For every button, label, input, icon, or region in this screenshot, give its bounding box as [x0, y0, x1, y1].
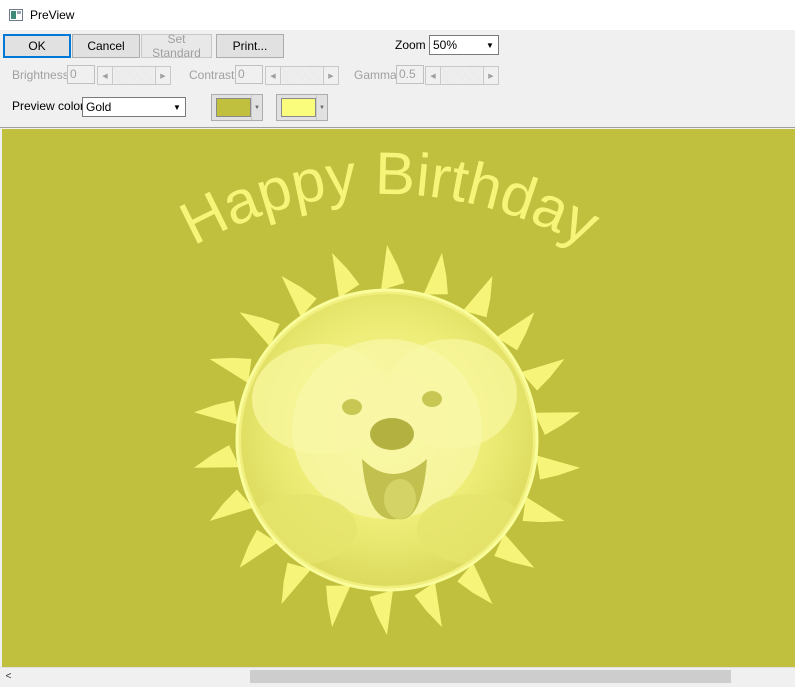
ok-button[interactable]: OK	[3, 34, 71, 58]
zoom-value: 50%	[433, 38, 458, 52]
contrast-slider[interactable]: ◀ ▶	[265, 66, 339, 85]
arrow-right-icon[interactable]: ▶	[323, 67, 338, 84]
sunburst-spike	[536, 455, 581, 480]
app-icon	[9, 9, 23, 21]
gamma-label: Gamma	[354, 68, 397, 82]
gamma-track[interactable]	[442, 67, 482, 84]
print-button[interactable]: Print...	[216, 34, 284, 58]
sunburst-spike	[522, 496, 565, 523]
contrast-input[interactable]: 0	[235, 65, 263, 84]
contrast-track[interactable]	[282, 67, 322, 84]
horizontal-scrollbar[interactable]: <	[0, 667, 795, 685]
zoom-select[interactable]: 50% ▼	[429, 35, 499, 55]
cancel-button[interactable]: Cancel	[72, 34, 140, 58]
contrast-label: Contrast	[189, 68, 235, 82]
preview-color-select[interactable]: Gold ▼	[82, 97, 186, 117]
preview-color-value: Gold	[86, 100, 112, 114]
brightness-slider[interactable]: ◀ ▶	[97, 66, 171, 85]
preview-artwork: Happy Birthday	[170, 140, 610, 635]
toolbar-divider	[0, 127, 795, 128]
sunburst-spike	[414, 582, 442, 628]
chevron-down-icon[interactable]: ▼	[316, 95, 327, 120]
sunburst-spike	[326, 585, 351, 628]
dog-photo	[241, 294, 533, 586]
set-standard-button[interactable]: Set Standard	[141, 32, 212, 60]
zoom-label: Zoom	[395, 38, 426, 52]
arrow-right-icon[interactable]: ▶	[155, 67, 170, 84]
arrow-left-icon[interactable]: ◀	[426, 67, 441, 84]
sunburst-spike	[423, 252, 448, 295]
preview-canvas[interactable]: Happy Birthday	[2, 129, 795, 667]
chevron-down-icon[interactable]: ▼	[482, 36, 498, 54]
sunburst-spike	[462, 275, 493, 318]
window-title: PreView	[30, 8, 75, 22]
chevron-down-icon[interactable]: ▼	[169, 98, 185, 116]
sunburst-spike	[332, 252, 360, 298]
sunburst-spike	[534, 412, 581, 435]
sunburst-spike	[193, 445, 240, 468]
arrow-left-icon[interactable]: ◀	[266, 67, 281, 84]
sunburst-spike	[193, 400, 238, 425]
arrow-left-icon[interactable]: ◀	[98, 67, 113, 84]
gamma-input[interactable]: 0.5	[396, 65, 424, 84]
light-color-swatch	[281, 98, 316, 117]
dark-color-swatch	[216, 98, 251, 117]
headline-arc: Happy Birthday	[170, 140, 610, 259]
arrow-right-icon[interactable]: ▶	[483, 67, 498, 84]
sunburst-spike	[381, 245, 405, 291]
title-bar: PreView	[0, 0, 795, 30]
brightness-track[interactable]	[114, 67, 154, 84]
light-color-picker[interactable]: ▼	[276, 94, 328, 121]
sunburst-spike	[369, 589, 393, 635]
arrow-left-icon[interactable]: <	[0, 668, 17, 685]
brightness-label: Brightness	[12, 68, 69, 82]
headline-text: Happy Birthday	[170, 140, 610, 259]
gamma-slider[interactable]: ◀ ▶	[425, 66, 499, 85]
chevron-down-icon[interactable]: ▼	[251, 95, 262, 120]
brightness-input[interactable]: 0	[67, 65, 95, 84]
dark-color-picker[interactable]: ▼	[211, 94, 263, 121]
sunburst-spike	[209, 357, 252, 384]
preview-color-label: Preview color	[12, 99, 85, 113]
scrollbar-thumb[interactable]	[250, 670, 731, 683]
sunburst-spike	[281, 562, 312, 605]
